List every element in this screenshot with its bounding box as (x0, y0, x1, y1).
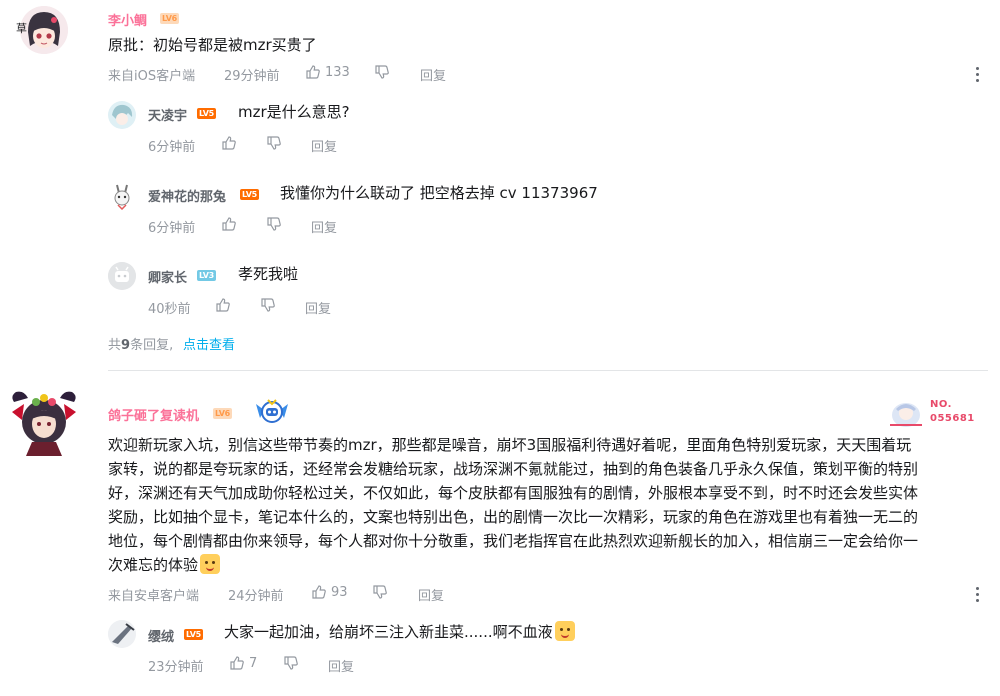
comment-source: 来自安卓客户端 (108, 589, 200, 604)
level-badge: LV5 (197, 108, 216, 119)
like-button[interactable] (221, 216, 237, 232)
thumbs-down-icon (261, 298, 275, 312)
comment-line: 好，深渊还有天气加成助你轻松过关，不仅如此，每个皮肤都有国服独有的剧情，外服根本… (108, 484, 919, 502)
reply-time: 40秒前 (148, 302, 191, 317)
reply-button[interactable]: 回复 (420, 65, 446, 84)
thumbs-up-icon (222, 136, 236, 150)
avatar[interactable] (20, 6, 68, 54)
avatar[interactable] (108, 182, 136, 210)
dislike-button[interactable] (266, 135, 282, 151)
username[interactable]: 鸽子砸了复读机 (108, 405, 199, 424)
thumbs-down-icon (284, 656, 298, 670)
medal-icon (252, 396, 292, 430)
username[interactable]: 李小鲷 (108, 10, 147, 29)
reply-content: 大家一起加油，给崩坏三注入新韭菜......啊不血液 (224, 623, 553, 641)
thumbs-down-icon (267, 136, 281, 150)
avatar[interactable] (8, 386, 80, 458)
avatar[interactable] (108, 620, 136, 648)
comment-line: 欢迎新玩家入坑，别信这些带节奏的mzr，那些都是噪音，崩坏3国服福利待遇好着呢，… (108, 436, 912, 454)
fan-number-label: NO. (930, 399, 952, 410)
reply-time: 6分钟前 (148, 140, 196, 155)
doge-emoji (554, 621, 575, 641)
level-badge: LV3 (197, 270, 216, 281)
like-button[interactable]: 93 (311, 584, 348, 600)
comment-content: 原批：初始号都是被mzr买贵了 (108, 36, 317, 54)
comment-content: 欢迎新玩家入坑，别信这些带节奏的mzr，那些都是噪音，崩坏3国服福利待遇好着呢，… (108, 433, 990, 577)
avatar-tag: 草 (16, 22, 27, 35)
thumbs-up-icon (230, 656, 244, 670)
comment-time: 29分钟前 (224, 69, 280, 84)
thumbs-down-icon (375, 65, 389, 79)
avatar[interactable] (108, 262, 136, 290)
like-button[interactable] (215, 297, 231, 313)
thumbs-up-icon (222, 217, 236, 231)
reply-summary-suffix: 条回复, (130, 338, 174, 353)
reply-content: 孝死我啦 (238, 265, 299, 283)
reply-content: mzr是什么意思? (238, 103, 350, 121)
view-replies-link[interactable]: 点击查看 (183, 334, 235, 353)
like-button[interactable]: 7 (229, 655, 257, 671)
reply-summary-count: 9 (121, 338, 131, 353)
reply-button[interactable]: 回复 (311, 136, 337, 155)
comment-source: 来自iOS客户端 (108, 69, 196, 84)
like-count: 7 (249, 655, 258, 671)
fan-badge-avatar (888, 397, 924, 429)
comment-line: 家转，说的都是夸玩家的话，还经常会发糖给玩家，战场深渊不氪就能过，抽到的角色装备… (108, 460, 919, 478)
level-badge: LV5 (240, 189, 259, 200)
thumbs-up-icon (216, 298, 230, 312)
level-badge: LV5 (184, 629, 203, 640)
reply-button[interactable]: 回复 (418, 585, 444, 604)
like-button[interactable] (221, 135, 237, 151)
comment-line: 地位，每个剧情都由你来领导，每个人都对你十分敬重，我们老指挥官在此热烈欢迎新舰长… (108, 532, 919, 550)
comment-last-line: 次难忘的体验 (108, 553, 990, 577)
dislike-button[interactable] (260, 297, 276, 313)
level-badge: LV6 (213, 408, 232, 419)
reply-time: 6分钟前 (148, 221, 196, 236)
username[interactable]: 爱神花的那兔 (148, 186, 226, 205)
more-icon[interactable] (974, 587, 980, 605)
thumbs-down-icon (267, 217, 281, 231)
comment-time: 24分钟前 (228, 589, 284, 604)
dislike-button[interactable] (372, 584, 388, 600)
reply-button[interactable]: 回复 (305, 298, 331, 317)
reply-content: 我懂你为什么联动了 把空格去掉 cv 11373967 (280, 184, 598, 202)
comment-line: 次难忘的体验 (108, 556, 199, 574)
fan-number-badge: NO. 055681 (888, 397, 988, 429)
username[interactable]: 天凌宇 (148, 105, 187, 124)
reply-button[interactable]: 回复 (311, 217, 337, 236)
dislike-button[interactable] (374, 64, 390, 80)
reply-content-wrap: 大家一起加油，给崩坏三注入新韭菜......啊不血液 (224, 620, 575, 644)
doge-emoji (200, 554, 221, 574)
more-icon[interactable] (974, 67, 980, 85)
level-badge: LV6 (160, 13, 179, 24)
dislike-button[interactable] (283, 655, 299, 671)
thumbs-up-icon (312, 585, 326, 599)
username[interactable]: 缨绒 (148, 626, 174, 645)
like-count: 93 (331, 584, 348, 600)
comment-line: 奖励，比如抽个显卡，笔记本什么的，文案也特别出色，出的剧情一次比一次精彩，玩家的… (108, 508, 919, 526)
dislike-button[interactable] (266, 216, 282, 232)
reply-time: 23分钟前 (148, 660, 204, 675)
thumbs-up-icon (306, 65, 320, 79)
like-button[interactable]: 133 (305, 64, 350, 80)
like-count: 133 (325, 64, 350, 80)
reply-summary-prefix: 共 (108, 338, 122, 353)
avatar[interactable] (108, 101, 136, 129)
reply-button[interactable]: 回复 (328, 656, 354, 675)
divider (108, 370, 988, 371)
fan-number-value: 055681 (930, 413, 975, 424)
reply-summary: 共9条回复, (108, 334, 173, 353)
thumbs-down-icon (373, 585, 387, 599)
username[interactable]: 卿家长 (148, 267, 187, 286)
